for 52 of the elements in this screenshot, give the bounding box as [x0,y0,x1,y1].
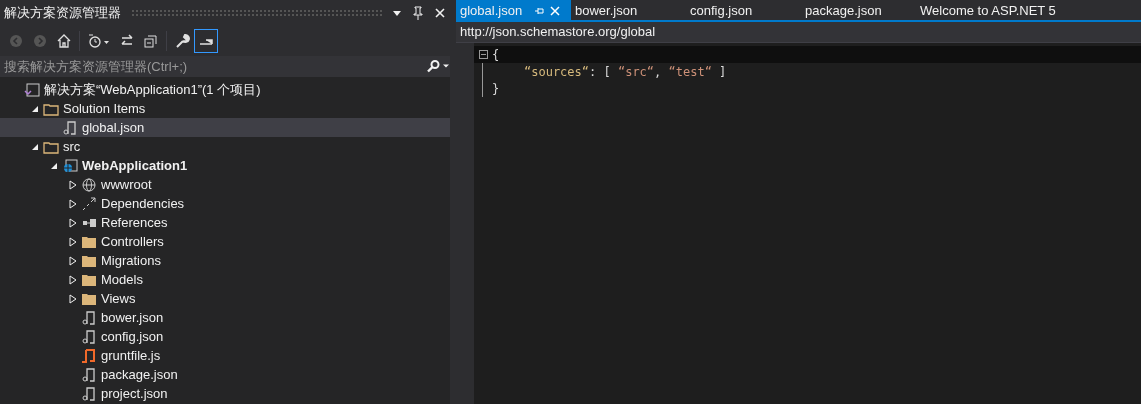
code-line: } [492,80,500,98]
collapsed-icon[interactable] [69,198,77,209]
close-icon[interactable] [434,7,446,19]
tree-item[interactable]: Dependencies [0,194,450,214]
expanded-icon[interactable] [31,142,39,151]
search-field[interactable]: 搜索解决方案资源管理器(Ctrl+;) [0,56,426,77]
file-icon [81,347,97,364]
globe-icon [81,176,97,193]
collapsed-icon[interactable] [69,236,77,247]
tree-item[interactable]: Migrations [0,251,450,271]
file-icon [62,119,78,136]
tree-item[interactable]: global.json [0,118,450,138]
editor-tab[interactable]: package.json [801,0,916,22]
editor-tab[interactable]: config.json [686,0,801,22]
tree-item[interactable]: 解决方案“WebApplication1”(1 个项目) [0,80,450,100]
schema-url: http://json.schemastore.org/global [460,23,656,42]
collapsed-icon[interactable] [69,255,77,266]
tree-item[interactable]: src [0,137,450,157]
expanded-icon[interactable] [31,104,39,113]
tree-item[interactable]: Controllers [0,232,450,252]
collapsed-icon[interactable] [69,293,77,304]
tree-item[interactable]: wwwroot [0,175,450,195]
file-icon [81,366,97,383]
file-icon [81,309,97,326]
collapsed-icon[interactable] [69,179,77,190]
tree-item[interactable]: Solution Items [0,99,450,119]
dependency-icon [81,195,97,212]
tree-item[interactable]: gruntfile.js [0,346,450,366]
tree-item[interactable]: WebApplication1 [0,156,450,176]
panel-title: 解决方案资源管理器 [4,4,121,23]
dropdown-icon[interactable] [392,8,402,18]
tree-item[interactable]: project.json [0,384,450,404]
tree-item[interactable]: config.json [0,327,450,347]
tree-item[interactable]: Models [0,270,450,290]
tree-item[interactable]: bower.json [0,308,450,328]
code-line: “sources“: [ “src“, “test“ ] [523,63,727,81]
editor-tab[interactable]: Welcome to ASP.NET 5 [916,0,1060,22]
project-icon [62,157,78,174]
tree-item[interactable]: Views [0,289,450,309]
search-icon[interactable] [426,56,450,77]
pin-icon[interactable] [412,6,424,20]
code-line: { [492,46,500,64]
file-icon [81,328,97,345]
file-icon [81,385,97,402]
collapse-icon[interactable] [478,50,488,60]
tree-item[interactable]: package.json [0,365,450,385]
tree-item[interactable]: References [0,213,450,233]
collapsed-icon[interactable] [69,217,77,228]
collapsed-icon[interactable] [69,274,77,285]
editor-tab[interactable]: bower.json [571,0,686,22]
solution-icon [24,81,40,98]
expanded-icon[interactable] [50,161,58,170]
